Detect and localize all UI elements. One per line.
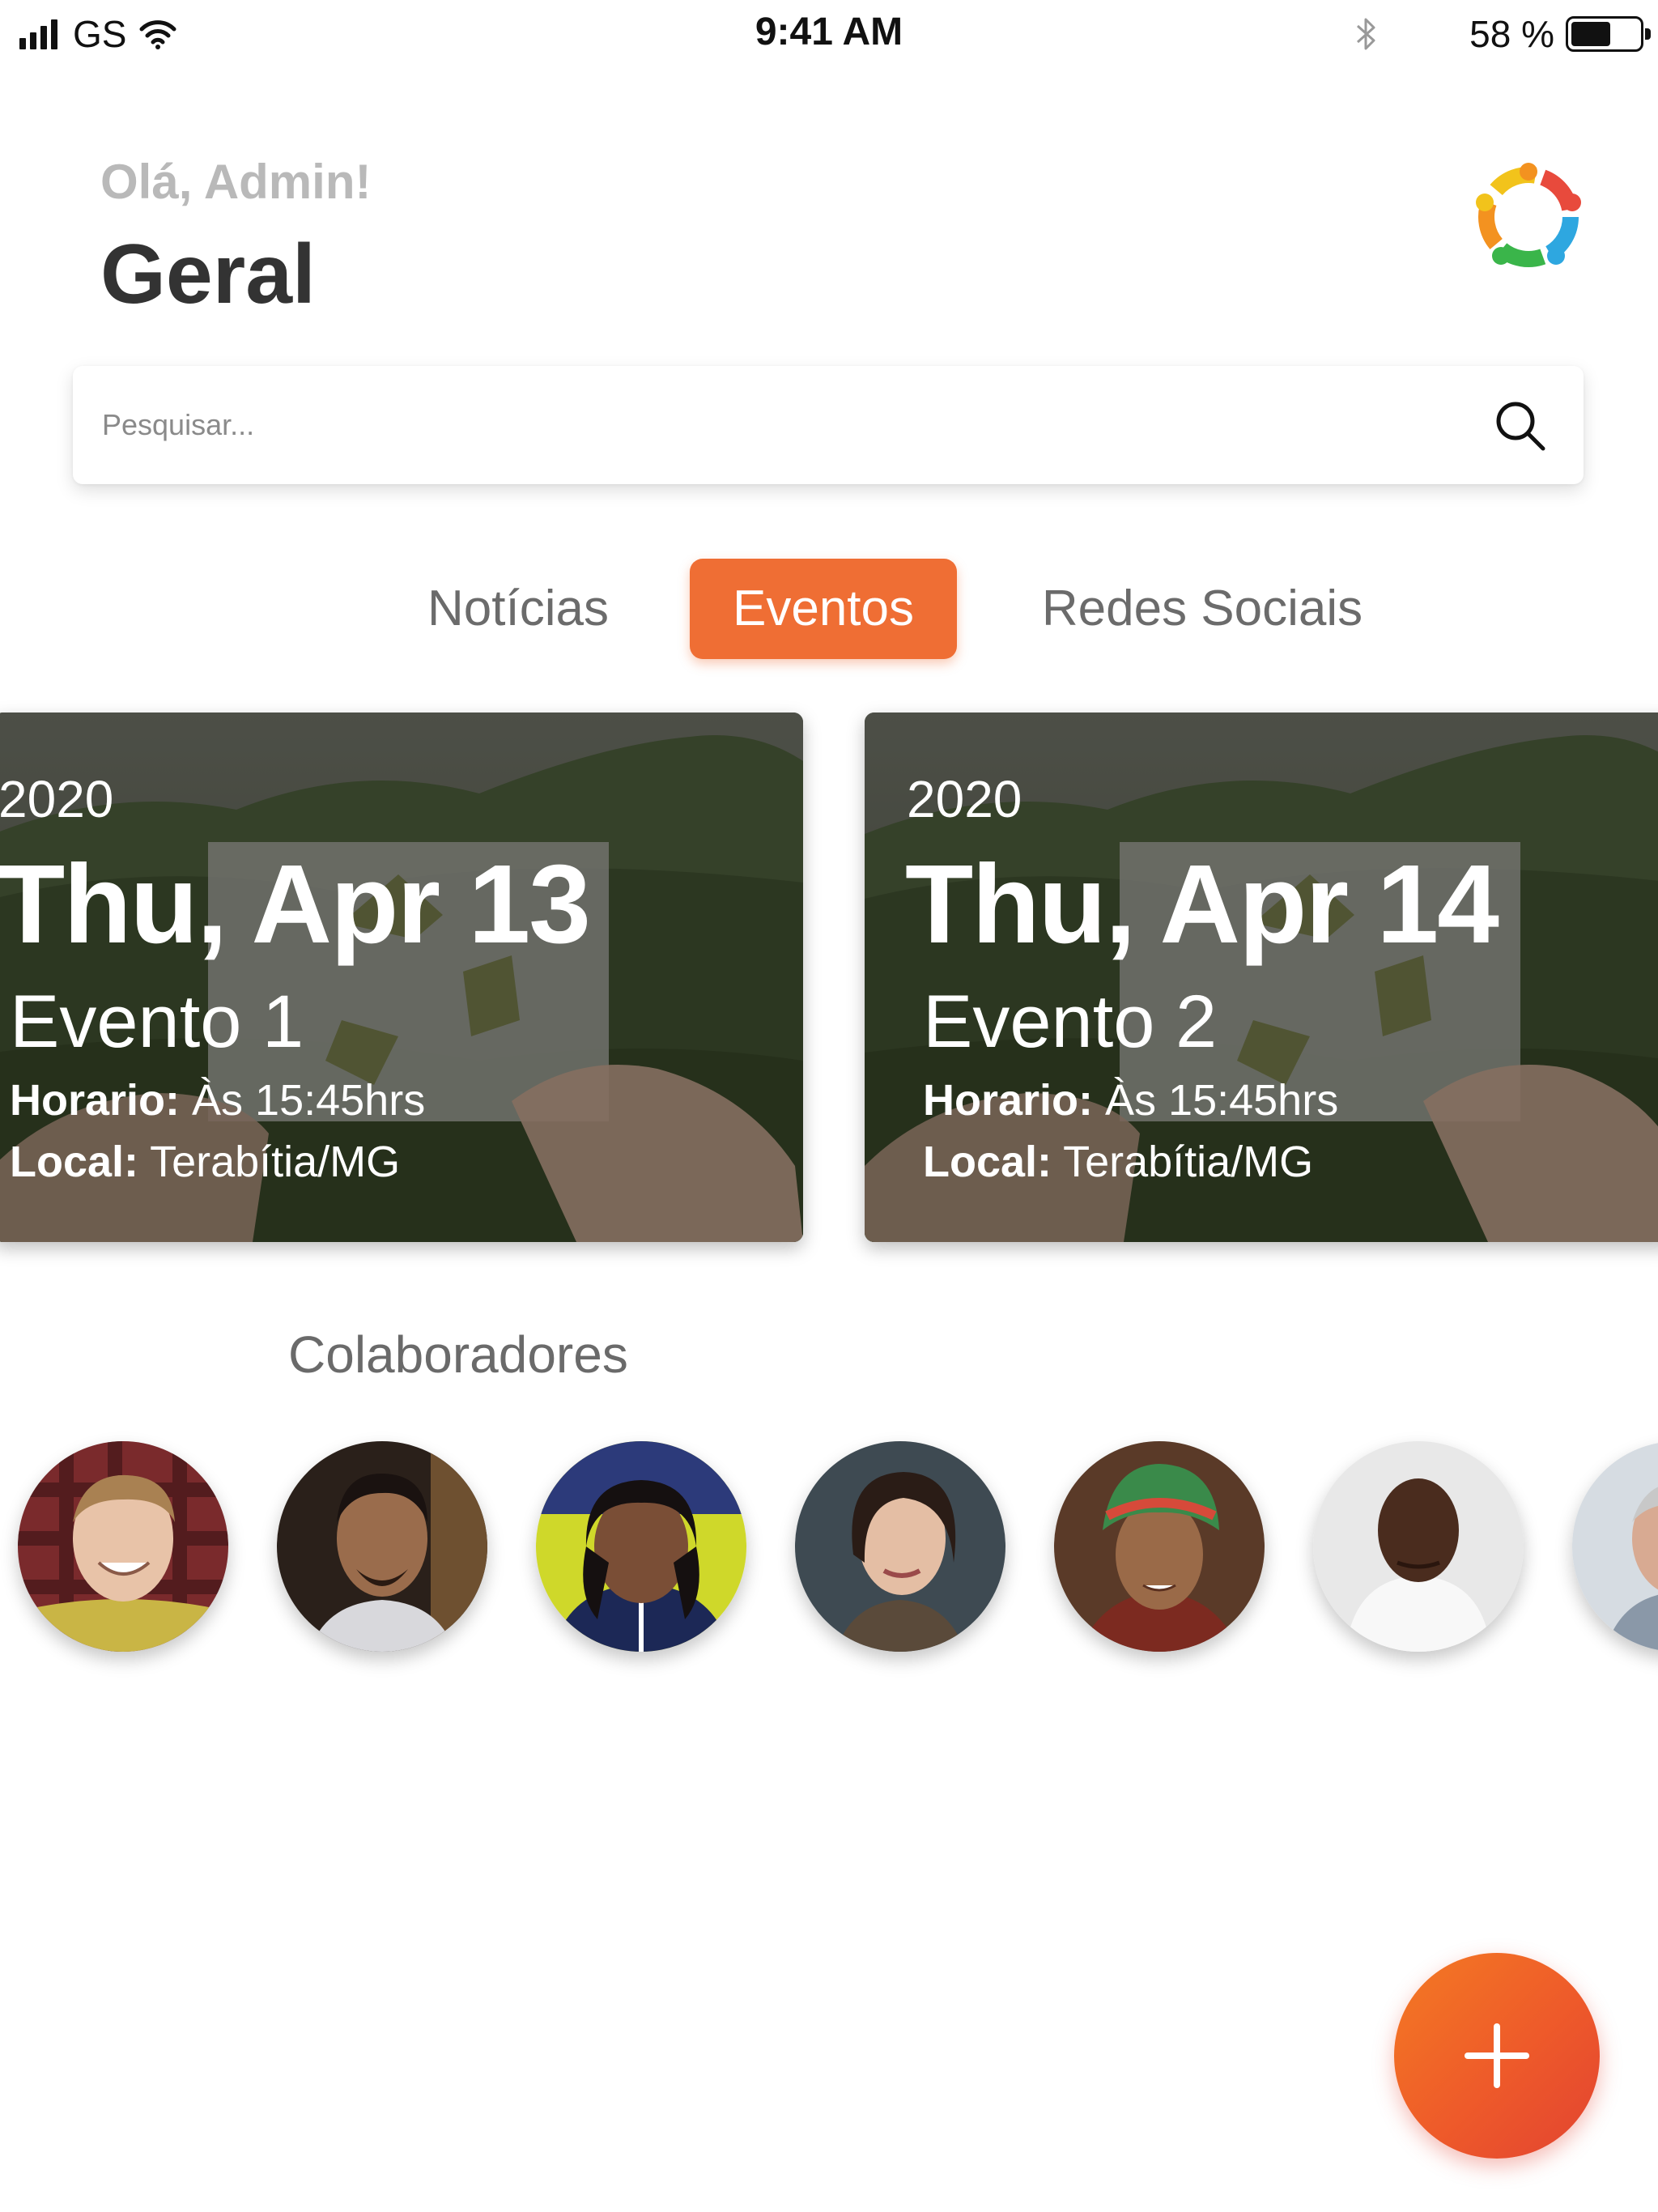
event-time-value: Às 15:45hrs (1105, 1076, 1339, 1125)
battery-icon (1566, 16, 1651, 52)
event-name: Evento 1 (10, 981, 304, 1063)
search-icon[interactable] (1493, 398, 1548, 453)
event-location-value: Terabítia/MG (150, 1138, 401, 1186)
collaborator-avatar[interactable] (18, 1441, 228, 1652)
page-title: Geral (100, 228, 316, 321)
battery-level-fill (1571, 22, 1610, 46)
collaborator-avatar[interactable] (536, 1441, 746, 1652)
event-time: Horario: Às 15:45hrs (923, 1075, 1338, 1125)
battery-percent: 58 % (1469, 13, 1554, 55)
event-year: 2020 (907, 770, 1022, 828)
collaborators-title: Colaboradores (288, 1325, 628, 1384)
tab-redes-sociais[interactable]: Redes Sociais (1020, 559, 1384, 659)
status-bar-right: 58 % (1353, 11, 1651, 57)
add-button[interactable] (1394, 1953, 1600, 2159)
tab-noticias[interactable]: Notícias (405, 559, 631, 659)
event-time-value: Às 15:45hrs (192, 1076, 426, 1125)
plus-icon (1465, 2023, 1529, 2088)
collaborator-avatar[interactable] (1313, 1441, 1524, 1652)
event-name: Evento 2 (923, 981, 1218, 1063)
event-date: Thu, Apr 14 (905, 842, 1499, 967)
event-time-label: Horario: (923, 1076, 1094, 1125)
greeting-text: Olá, Admin! (100, 155, 372, 209)
event-time-label: Horario: (10, 1076, 181, 1125)
event-location-value: Terabítia/MG (1063, 1138, 1314, 1186)
search-input[interactable] (102, 366, 1478, 484)
community-logo-icon[interactable] (1472, 160, 1585, 274)
event-card[interactable]: 2020 Thu, Apr 13 Evento 1 Horario: Às 15… (0, 713, 803, 1242)
search-bar (73, 366, 1584, 484)
app-screen: GS 9:41 AM 58 % Olá, Admin! Geral Pesqui… (0, 0, 1658, 2212)
event-year: 2020 (0, 770, 114, 828)
event-card[interactable]: 2020 Thu, Apr 14 Evento 2 Horario: Às 15… (865, 713, 1658, 1242)
collaborator-avatar[interactable] (795, 1441, 1005, 1652)
status-bar: GS 9:41 AM 58 % (0, 0, 1658, 70)
bluetooth-icon (1357, 18, 1375, 50)
event-time: Horario: Às 15:45hrs (10, 1075, 425, 1125)
collaborator-avatar[interactable] (277, 1441, 487, 1652)
event-date: Thu, Apr 13 (0, 842, 591, 967)
event-location-label: Local: (10, 1138, 139, 1186)
collaborator-avatar[interactable] (1054, 1441, 1265, 1652)
event-location: Local: Terabítia/MG (923, 1137, 1313, 1187)
collaborator-avatar[interactable] (1572, 1441, 1658, 1652)
event-location: Local: Terabítia/MG (10, 1137, 400, 1187)
tab-eventos[interactable]: Eventos (690, 559, 957, 659)
event-location-label: Local: (923, 1138, 1052, 1186)
